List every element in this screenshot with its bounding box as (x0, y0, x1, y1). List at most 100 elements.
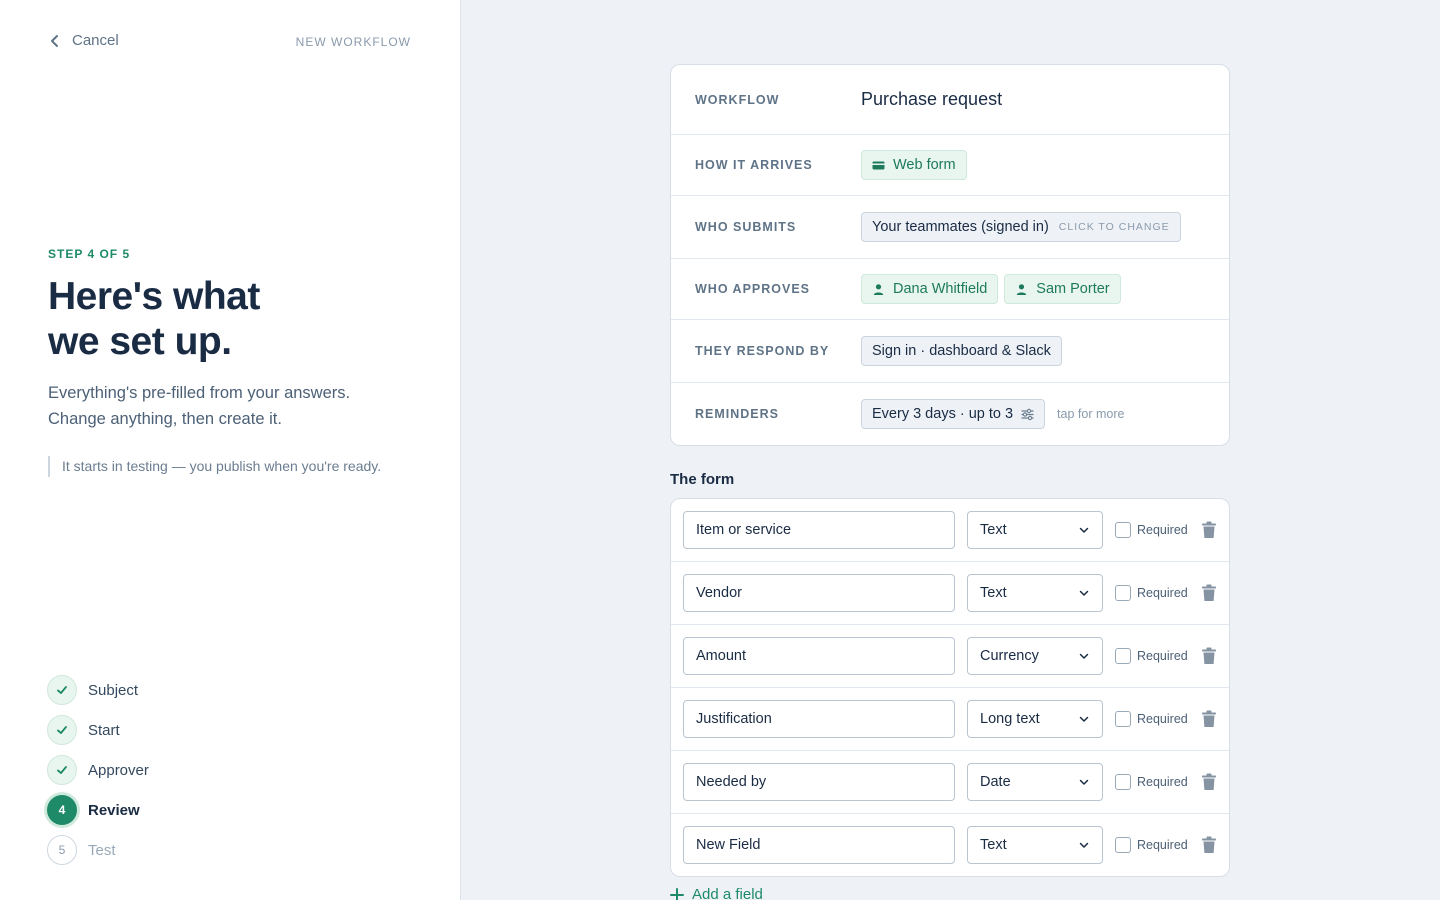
add-field-button[interactable]: Add a field (670, 886, 763, 900)
workflow-label: WORKFLOW (695, 92, 780, 107)
step-number-badge: 4 (47, 795, 77, 825)
step-start[interactable]: Start (47, 710, 149, 750)
required-checkbox[interactable] (1115, 585, 1131, 601)
required-toggle[interactable]: Required (1115, 837, 1188, 853)
submits-chip[interactable]: Your teammates (signed in) CLICK TO CHAN… (861, 212, 1181, 242)
step-done-badge (47, 755, 77, 785)
field-name-input[interactable]: Item or service (683, 511, 955, 549)
arrives-chip[interactable]: Web form (861, 150, 967, 180)
chevron-down-icon (1079, 842, 1089, 848)
field-type-value: Currency (980, 648, 1039, 664)
form-field-row: New Field Text Required (671, 814, 1229, 876)
workflow-row: WORKFLOW Purchase request (671, 65, 1229, 135)
step-label: Subject (88, 681, 139, 699)
respond-label: THEY RESPOND BY (695, 344, 830, 358)
step-number-badge: 5 (47, 835, 77, 865)
required-label: Required (1137, 775, 1188, 789)
arrives-row: HOW IT ARRIVES Web form (671, 135, 1229, 196)
left-panel: Cancel NEW WORKFLOW STEP 4 OF 5 Here's w… (0, 0, 461, 900)
trash-icon[interactable] (1201, 710, 1217, 728)
required-label: Required (1137, 712, 1188, 726)
required-label: Required (1137, 838, 1188, 852)
submits-label: WHO SUBMITS (695, 220, 797, 234)
step-review[interactable]: 4 Review (47, 790, 149, 830)
summary-card: WORKFLOW Purchase request HOW IT ARRIVES… (670, 64, 1230, 446)
required-toggle[interactable]: Required (1115, 585, 1188, 601)
step-indicator: STEP 4 OF 5 (48, 247, 131, 261)
title-line-1: Here's what (48, 275, 260, 318)
cancel-label: Cancel (72, 32, 119, 49)
field-name-input[interactable]: Justification (683, 700, 955, 738)
chevron-down-icon (1079, 779, 1089, 785)
form-section-title: The form (670, 471, 735, 488)
step-test[interactable]: 5 Test (47, 830, 149, 870)
field-type-value: Text (980, 522, 1007, 538)
required-checkbox[interactable] (1115, 837, 1131, 853)
cancel-button[interactable]: Cancel (48, 32, 119, 49)
reminders-hint: tap for more (1057, 407, 1125, 421)
required-toggle[interactable]: Required (1115, 774, 1188, 790)
testing-note: It starts in testing — you publish when … (48, 456, 381, 477)
approves-label: WHO APPROVES (695, 282, 811, 296)
field-type-value: Text (980, 585, 1007, 601)
required-checkbox[interactable] (1115, 522, 1131, 538)
person-icon (873, 283, 884, 295)
form-field-row: Needed by Date Required (671, 751, 1229, 814)
person-icon (1017, 283, 1027, 295)
approver-chip[interactable]: Sam Porter (1004, 274, 1121, 304)
chevron-down-icon (1079, 716, 1089, 722)
reminders-chip[interactable]: Every 3 days · up to 3 (861, 399, 1046, 429)
field-type-select[interactable]: Text (967, 511, 1103, 549)
trash-icon[interactable] (1201, 521, 1217, 539)
add-field-label: Add a field (692, 886, 763, 900)
context-label: NEW WORKFLOW (295, 35, 411, 49)
required-checkbox[interactable] (1115, 648, 1131, 664)
respond-chip[interactable]: Sign in · dashboard & Slack (861, 336, 1062, 366)
arrives-value: Web form (893, 157, 956, 173)
field-type-select[interactable]: Long text (967, 700, 1103, 738)
reminders-value: Every 3 days · up to 3 (872, 406, 1014, 422)
trash-icon[interactable] (1201, 773, 1217, 791)
submits-value: Your teammates (signed in) (872, 219, 1049, 235)
form-field-row: Item or service Text Required (671, 499, 1229, 562)
approver-chips: Dana Whitfield Sam Porter (861, 274, 1121, 304)
step-subject[interactable]: Subject (47, 670, 149, 710)
required-label: Required (1137, 586, 1188, 600)
form-field-row: Vendor Text Required (671, 562, 1229, 625)
field-type-select[interactable]: Currency (967, 637, 1103, 675)
arrives-label: HOW IT ARRIVES (695, 158, 813, 172)
title-line-2: we set up. (48, 320, 232, 363)
required-toggle[interactable]: Required (1115, 522, 1188, 538)
field-name-input[interactable]: New Field (683, 826, 955, 864)
form-fields-card: Item or service Text Required Vendor Tex… (670, 498, 1230, 877)
field-type-select[interactable]: Date (967, 763, 1103, 801)
step-label: Approver (88, 761, 149, 779)
field-type-select[interactable]: Text (967, 574, 1103, 612)
form-field-row: Justification Long text Required (671, 688, 1229, 751)
required-checkbox[interactable] (1115, 774, 1131, 790)
trash-icon[interactable] (1201, 647, 1217, 665)
field-type-value: Text (980, 837, 1007, 853)
trash-icon[interactable] (1201, 836, 1217, 854)
page-title: Here's what we set up. (48, 274, 260, 364)
required-checkbox[interactable] (1115, 711, 1131, 727)
step-done-badge (47, 675, 77, 705)
field-name-input[interactable]: Needed by (683, 763, 955, 801)
field-type-select[interactable]: Text (967, 826, 1103, 864)
workflow-name[interactable]: Purchase request (861, 89, 1002, 110)
card-icon (872, 161, 885, 169)
step-approver[interactable]: Approver (47, 750, 149, 790)
required-toggle[interactable]: Required (1115, 711, 1188, 727)
chevron-down-icon (1079, 527, 1089, 533)
required-toggle[interactable]: Required (1115, 648, 1188, 664)
approver-chip[interactable]: Dana Whitfield (861, 274, 999, 304)
subtitle-line-1: Everything's pre-filled from your answer… (48, 384, 351, 402)
field-name-input[interactable]: Vendor (683, 574, 955, 612)
check-icon (57, 766, 67, 774)
step-label: Test (88, 841, 116, 859)
change-hint: CLICK TO CHANGE (1058, 221, 1170, 233)
field-name-input[interactable]: Amount (683, 637, 955, 675)
check-icon (57, 686, 67, 694)
approves-row: WHO APPROVES Dana Whitfield Sam Porter (671, 259, 1229, 320)
trash-icon[interactable] (1201, 584, 1217, 602)
